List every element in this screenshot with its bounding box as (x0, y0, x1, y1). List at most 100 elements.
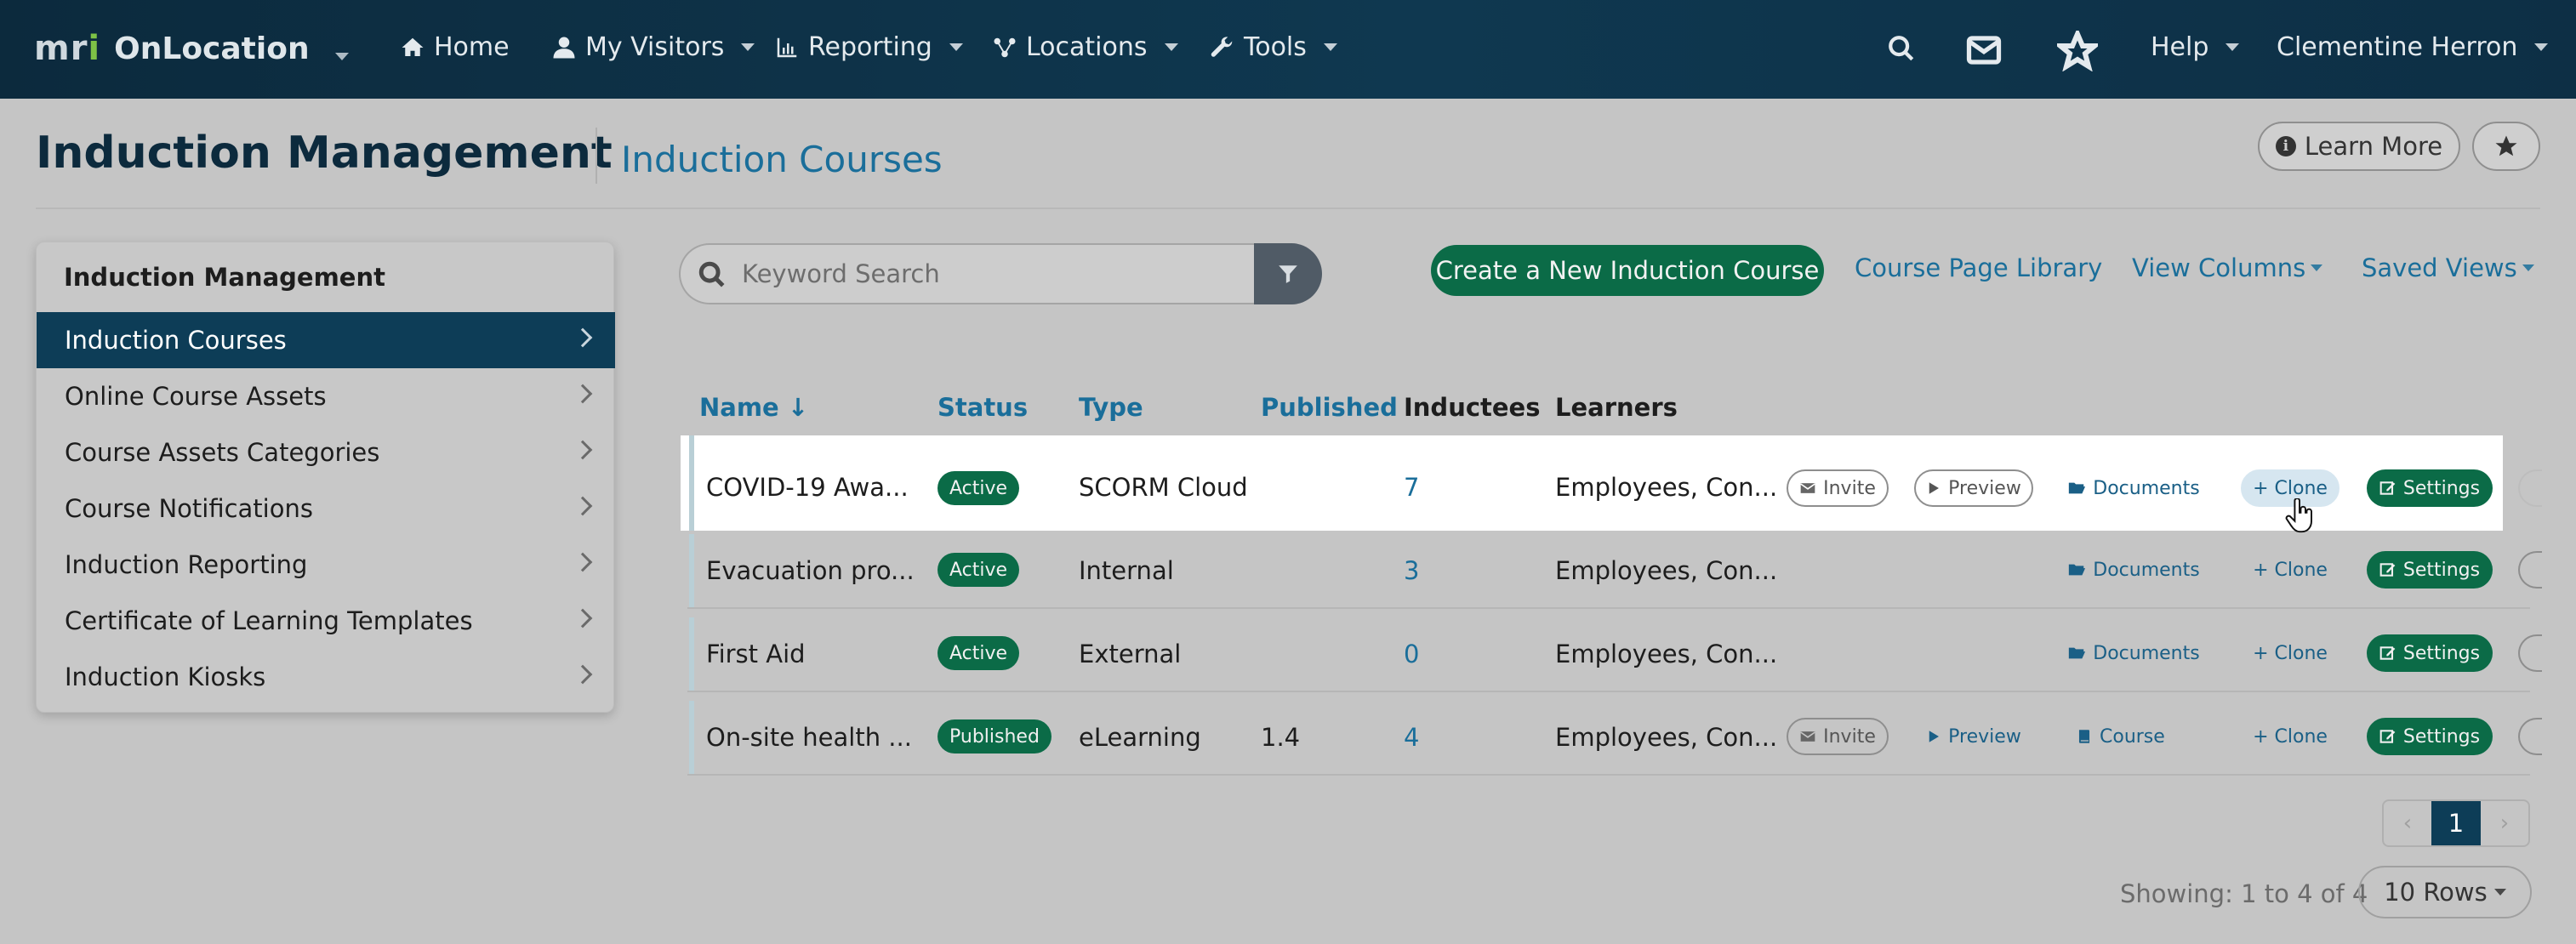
invite-label: Invite (1823, 725, 1876, 748)
edit-icon (2379, 480, 2396, 497)
sidebar-item-induction-kiosks[interactable]: Induction Kiosks (37, 649, 615, 705)
clone-button[interactable]: + Clone (2241, 634, 2339, 672)
edit-icon (2379, 728, 2396, 745)
app-logo[interactable]: mri OnLocation (34, 29, 310, 68)
inductees-count[interactable]: 0 (1404, 640, 1419, 668)
filter-button[interactable] (1254, 243, 1322, 304)
help-menu[interactable]: Help (2151, 32, 2240, 62)
learn-more-button[interactable]: i Learn More (2258, 122, 2460, 171)
inductees-count[interactable]: 4 (1404, 723, 1419, 752)
showing-count: Showing: 1 to 4 of 4 (2120, 879, 2368, 908)
settings-button[interactable]: Settings (2367, 551, 2493, 589)
course-name[interactable]: First Aid (706, 640, 806, 668)
book-icon (2076, 728, 2093, 745)
saved-views-dropdown[interactable]: Saved Views (2362, 253, 2534, 282)
next-page-button[interactable]: › (2481, 801, 2528, 845)
course-name[interactable]: On-site health ... (706, 723, 912, 752)
documents-label: Documents (2093, 559, 2200, 581)
chevron-right-icon (573, 608, 593, 628)
chart-icon (774, 35, 800, 60)
course-button[interactable]: Course (2062, 718, 2181, 755)
nav-tools[interactable]: Tools (1210, 32, 1337, 62)
star-icon (2493, 134, 2519, 159)
column-header-inductees: Inductees (1404, 393, 1541, 422)
course-name[interactable]: COVID-19 Awa... (706, 473, 909, 502)
invite-button[interactable]: Invite (1787, 469, 1889, 507)
settings-label: Settings (2402, 725, 2481, 748)
previous-page-button[interactable]: ‹ (2384, 801, 2431, 845)
nav-home[interactable]: Home (400, 32, 510, 62)
user-menu[interactable]: Clementine Herron (2277, 32, 2549, 62)
status-badge: Active (938, 636, 1020, 670)
learners: Employees, Con... (1555, 556, 1778, 585)
favorites-star-icon[interactable] (2053, 27, 2102, 78)
more-actions-button[interactable] (2518, 469, 2542, 507)
view-columns-dropdown[interactable]: View Columns (2132, 253, 2323, 282)
sidebar-item-induction-reporting[interactable]: Induction Reporting (37, 537, 615, 593)
course-name[interactable]: Evacuation pro... (706, 556, 915, 585)
search-icon (698, 261, 725, 287)
documents-button[interactable]: Documents (2062, 551, 2205, 589)
learn-more-label: Learn More (2304, 132, 2443, 161)
wrench-icon (1210, 35, 1235, 60)
chevron-down-icon (741, 43, 755, 51)
column-header-published[interactable]: Published (1261, 393, 1398, 422)
sidebar-item-label: Induction Reporting (65, 550, 308, 579)
chevron-right-icon (573, 664, 593, 685)
course-type: eLearning (1079, 723, 1201, 752)
sidebar-item-induction-courses[interactable]: Induction Courses (37, 312, 615, 368)
inductees-count[interactable]: 3 (1404, 556, 1419, 585)
search-input[interactable]: Keyword Search (679, 243, 1256, 304)
folder-open-icon (2067, 560, 2086, 579)
clone-button[interactable]: + Clone (2241, 551, 2339, 589)
column-header-learners: Learners (1555, 393, 1678, 422)
info-icon: i (2275, 136, 2296, 156)
mail-icon[interactable] (1963, 32, 2004, 75)
sidebar-item-label: Induction Courses (65, 326, 287, 355)
sidebar-item-certificate-templates[interactable]: Certificate of Learning Templates (37, 593, 615, 649)
settings-button[interactable]: Settings (2367, 634, 2493, 672)
play-icon (1926, 481, 1941, 496)
bookmark-page-button[interactable] (2472, 122, 2540, 171)
documents-button[interactable]: Documents (2062, 634, 2205, 672)
documents-label: Documents (2093, 642, 2200, 664)
sidebar-item-course-notifications[interactable]: Course Notifications (37, 481, 615, 537)
settings-button[interactable]: Settings (2367, 469, 2493, 507)
search-icon[interactable] (1887, 34, 1916, 70)
preview-label: Preview (1948, 477, 2021, 499)
title-divider (596, 128, 597, 184)
column-header-name[interactable]: Name ↓ (699, 393, 808, 422)
status-badge: Published (938, 719, 1051, 753)
column-header-status[interactable]: Status (938, 393, 1028, 422)
preview-button[interactable]: Preview (1914, 469, 2033, 507)
app-switcher-dropdown[interactable] (335, 41, 349, 71)
invite-button[interactable]: Invite (1787, 718, 1889, 755)
rows-per-page-select[interactable]: 10 Rows (2358, 866, 2532, 918)
nav-home-label: Home (434, 32, 510, 62)
rows-per-page-label: 10 Rows (2384, 878, 2488, 907)
documents-button[interactable]: Documents (2062, 469, 2205, 507)
settings-button[interactable]: Settings (2367, 718, 2493, 755)
nav-my-visitors[interactable]: My Visitors (551, 32, 755, 62)
page-number-current[interactable]: 1 (2431, 801, 2481, 845)
status-badge: Active (938, 471, 1020, 505)
edit-icon (2379, 645, 2396, 662)
course-type: SCORM Cloud (1079, 473, 1248, 502)
column-header-type[interactable]: Type (1079, 393, 1143, 422)
top-navigation-bar: mri OnLocation Home My Visitors Reportin… (0, 0, 2576, 99)
create-course-button[interactable]: Create a New Induction Course (1431, 245, 1824, 296)
clone-button[interactable]: + Clone (2241, 718, 2339, 755)
sidebar-item-label: Induction Kiosks (65, 663, 266, 691)
sidebar-item-course-assets-categories[interactable]: Course Assets Categories (37, 424, 615, 481)
course-page-library-link[interactable]: Course Page Library (1855, 253, 2102, 282)
chevron-right-icon (573, 552, 593, 572)
settings-label: Settings (2402, 559, 2481, 581)
help-label: Help (2151, 32, 2209, 62)
nav-reporting[interactable]: Reporting (774, 32, 963, 62)
sidebar-item-online-course-assets[interactable]: Online Course Assets (37, 368, 615, 424)
inductees-count[interactable]: 7 (1404, 473, 1419, 502)
nav-locations[interactable]: Locations (992, 32, 1178, 62)
chevron-down-icon (2522, 264, 2534, 271)
preview-button[interactable]: Preview (1914, 718, 2033, 755)
search-placeholder: Keyword Search (742, 259, 940, 288)
